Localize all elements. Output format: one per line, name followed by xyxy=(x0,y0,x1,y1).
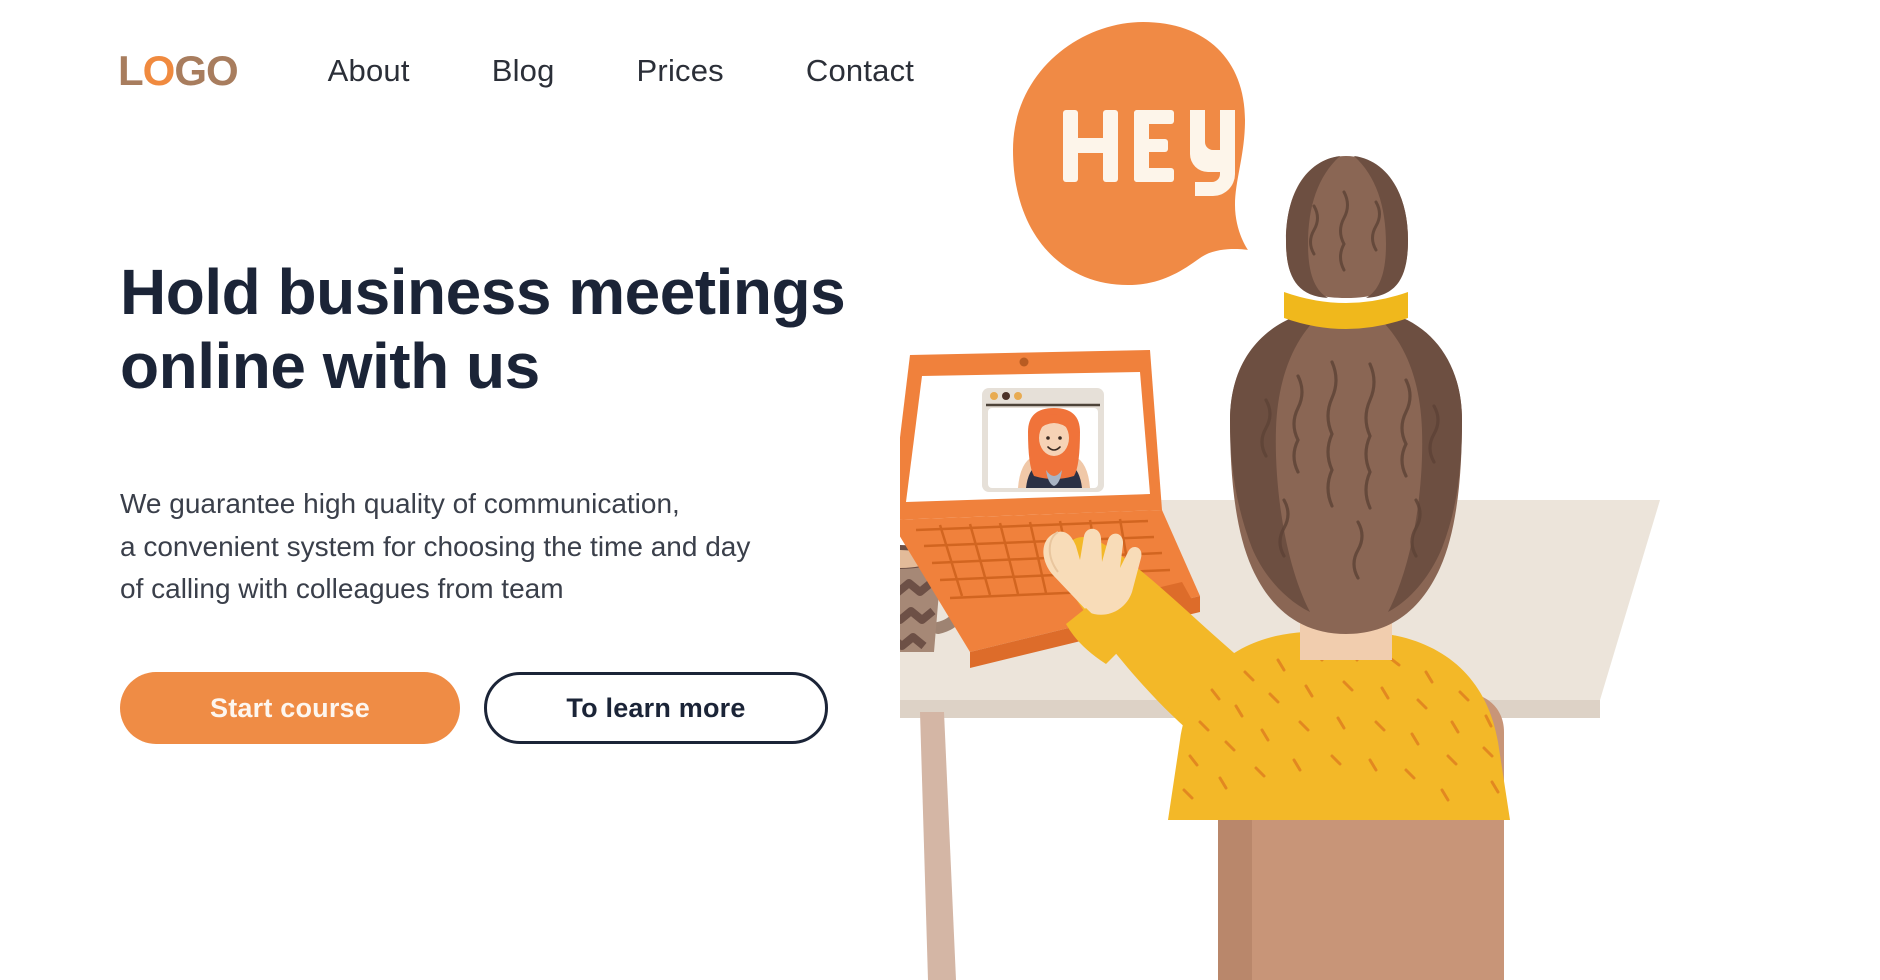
landing-page: LOGO About Blog Prices Contact Hold busi… xyxy=(0,0,1880,980)
nav-link-prices[interactable]: Prices xyxy=(637,53,724,89)
description-line-1: We guarantee high quality of communicati… xyxy=(120,488,680,519)
hero-description: We guarantee high quality of communicati… xyxy=(120,483,920,611)
laptop-camera-icon xyxy=(1019,357,1029,367)
top-navigation: LOGO About Blog Prices Contact xyxy=(118,50,914,92)
window-dot-1 xyxy=(990,392,998,400)
nav-link-blog[interactable]: Blog xyxy=(492,53,555,89)
description-line-3: of calling with colleagues from team xyxy=(120,573,564,605)
desk-leg-right xyxy=(920,712,956,980)
start-course-button[interactable]: Start course xyxy=(120,672,460,744)
logo[interactable]: LOGO xyxy=(118,47,239,94)
to-learn-more-button[interactable]: To learn more xyxy=(484,672,828,744)
speech-bubble-group xyxy=(1013,22,1248,285)
window-dot-3 xyxy=(1014,392,1022,400)
logo-letter-4: O xyxy=(206,47,239,94)
logo-letter-3: G xyxy=(174,47,207,94)
window-dot-2 xyxy=(1002,392,1010,400)
logo-letter-2: O xyxy=(142,47,176,94)
logo-letter-1: L xyxy=(118,47,144,94)
nav-link-contact[interactable]: Contact xyxy=(806,53,914,89)
nav-link-about[interactable]: About xyxy=(328,53,410,89)
hero-illustration xyxy=(900,0,1880,980)
headline-line-1: Hold business meetings xyxy=(120,256,846,328)
video-call-window xyxy=(982,388,1104,492)
description-line-2: a convenient system for choosing the tim… xyxy=(120,530,751,562)
headline-line-2: online with us xyxy=(120,330,540,403)
cta-button-group: Start course To learn more xyxy=(120,672,828,744)
page-title: Hold business meetings online with us xyxy=(120,255,1000,403)
